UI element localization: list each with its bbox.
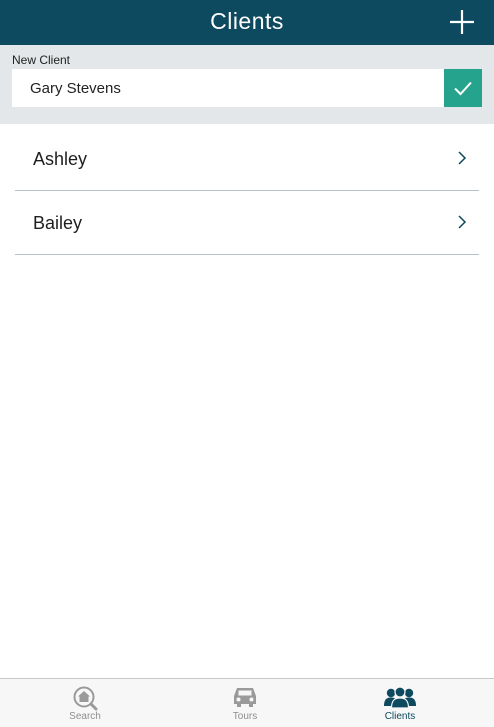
tab-search[interactable]: Search: [35, 679, 135, 727]
tab-bar: Search Tours Clients: [0, 678, 494, 727]
client-name: Bailey: [33, 213, 83, 233]
client-name: Ashley: [33, 149, 88, 169]
tab-label: Clients: [384, 711, 416, 722]
client-list-item[interactable]: Ashley: [15, 127, 479, 191]
car-icon: [234, 688, 256, 707]
page-title: Clients: [210, 8, 284, 34]
tab-tours[interactable]: Tours: [195, 679, 295, 727]
navigation-bar: Clients: [0, 0, 494, 45]
new-client-label: New Client: [12, 53, 71, 67]
new-client-input[interactable]: [12, 69, 444, 107]
checkmark-icon: [454, 81, 472, 96]
client-list-item[interactable]: Bailey: [15, 191, 479, 255]
new-client-panel: New Client: [0, 45, 494, 124]
client-list: Ashley Bailey: [15, 127, 479, 255]
tab-clients[interactable]: Clients: [350, 679, 450, 727]
add-client-button[interactable]: [446, 6, 478, 38]
confirm-button[interactable]: [444, 69, 482, 107]
chevron-right-icon: [458, 215, 467, 229]
plus-icon: [450, 10, 474, 34]
chevron-right-icon: [458, 151, 467, 165]
home-search-icon: [73, 686, 98, 711]
tab-label: Tours: [232, 711, 258, 722]
tab-label: Search: [69, 711, 101, 722]
people-icon: [384, 686, 416, 709]
